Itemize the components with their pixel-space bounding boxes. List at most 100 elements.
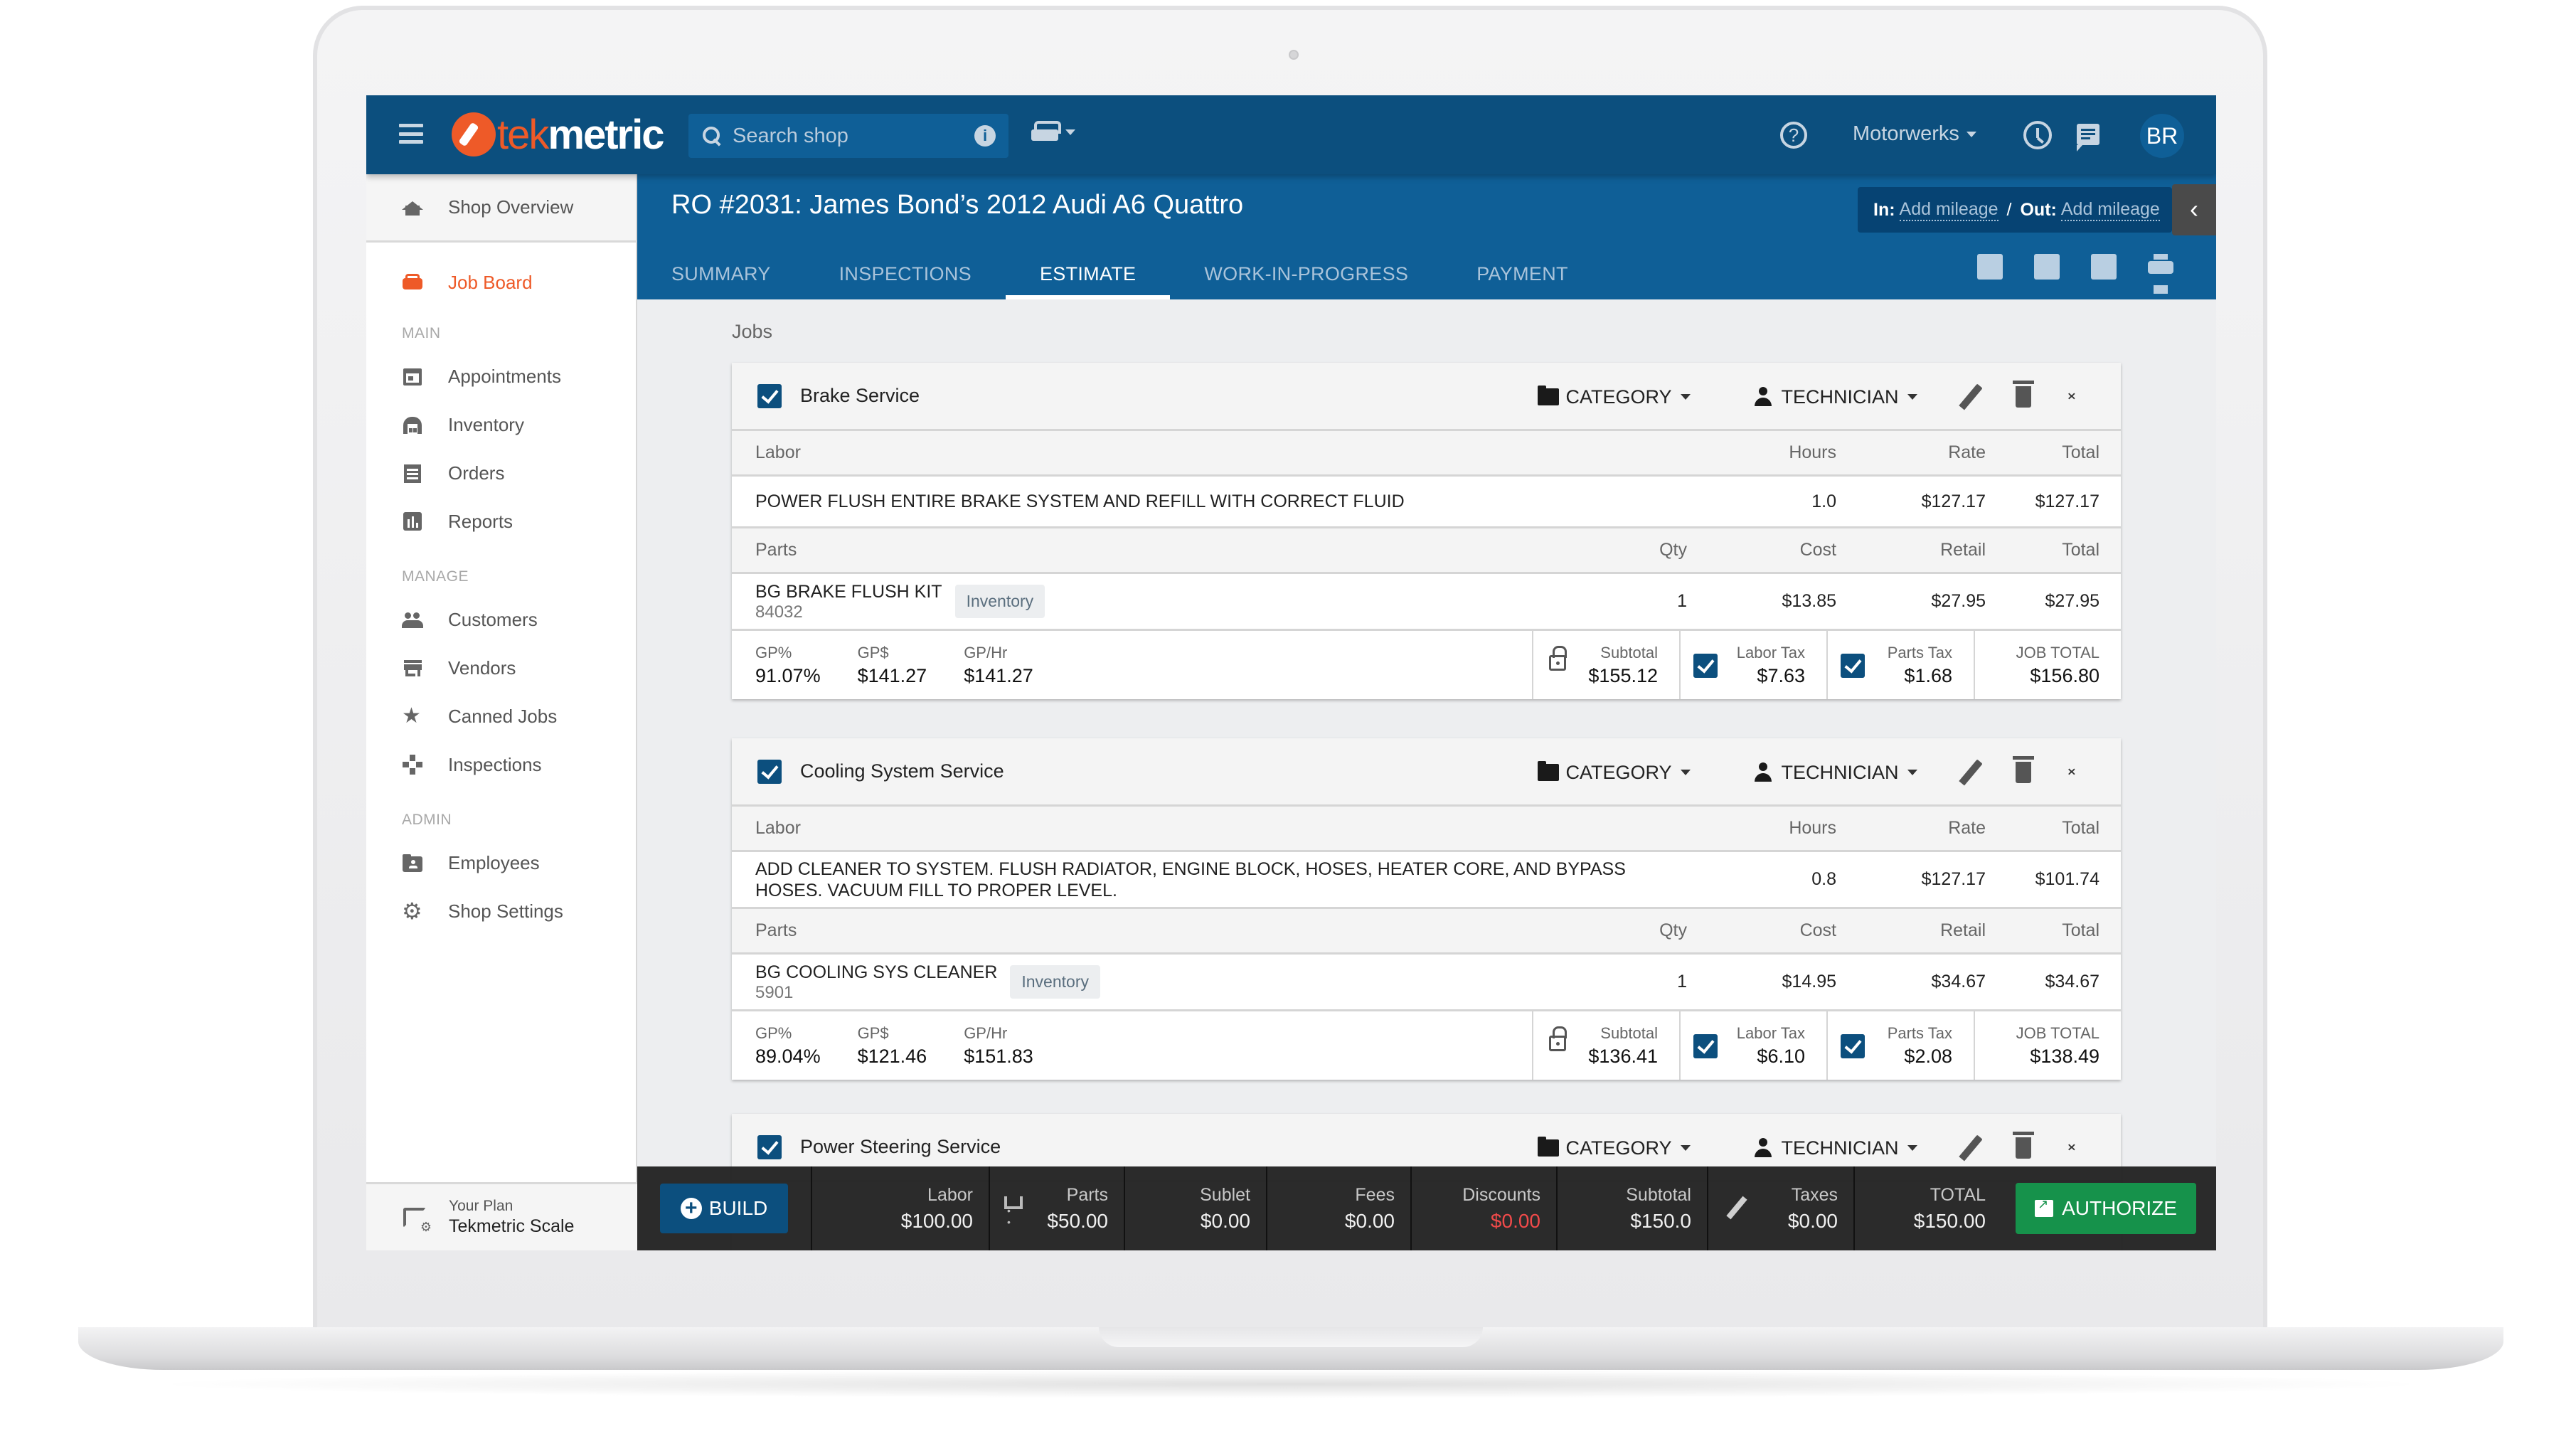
parts-tax-cell: Parts Tax $1.68	[1826, 631, 1974, 699]
summary-fees-label: Fees	[1355, 1184, 1395, 1205]
part-row[interactable]: BG BRAKE FLUSH KIT 84032 Inventory 1 $13.…	[732, 574, 2121, 631]
labor-row[interactable]: ADD CLEANER TO SYSTEM. FLUSH RADIATOR, E…	[732, 852, 2121, 909]
delete-trash-icon[interactable]	[2012, 381, 2034, 408]
summary-total: TOTAL $150.00	[1853, 1166, 2001, 1250]
parts-tax-checkbox[interactable]	[1841, 654, 1865, 678]
job-checkbox[interactable]	[757, 383, 782, 408]
logo-text-metric: metric	[548, 111, 664, 158]
share-screen-icon[interactable]	[2091, 254, 2117, 280]
shop-selector-dropdown[interactable]: Motorwerks	[1853, 122, 1976, 146]
col-header: Total	[2062, 920, 2099, 940]
sidebar-item-inspections[interactable]: Inspections	[366, 740, 636, 789]
sidebar-item-label: Inspections	[448, 753, 542, 775]
edit-pencil-icon[interactable]	[1958, 1134, 1983, 1161]
mileage-out-link[interactable]: Add mileage	[2060, 199, 2160, 221]
sidebar-section-manage: MANAGE	[402, 568, 469, 585]
technician-dropdown[interactable]: TECHNICIAN	[1754, 1137, 1917, 1159]
sidebar-item-reports[interactable]: Reports	[366, 497, 636, 546]
sidebar-item-job-board[interactable]: Job Board	[366, 258, 636, 307]
authorize-label: AUTHORIZE	[2062, 1197, 2177, 1219]
sidebar-section-main: MAIN	[402, 325, 441, 341]
caret-down-icon	[1065, 129, 1075, 135]
collapse-job-icon[interactable]: ⌄ ⌃	[2065, 1135, 2078, 1161]
technician-dropdown[interactable]: TECHNICIAN	[1754, 386, 1917, 408]
build-button[interactable]: + BUILD	[660, 1184, 788, 1233]
sidebar-item-customers[interactable]: Customers	[366, 595, 636, 644]
collapse-job-icon[interactable]: ⌄ ⌃	[2065, 384, 2078, 410]
edit-pencil-icon[interactable]	[1958, 759, 1983, 786]
part-qty: 1	[1677, 972, 1687, 992]
job-checkbox[interactable]	[757, 1134, 782, 1159]
tab-work-in-progress[interactable]: WORK-IN-PROGRESS	[1170, 248, 1442, 299]
messages-icon[interactable]	[2077, 124, 2099, 151]
sidebar-item-canned-jobs[interactable]: ★ Canned Jobs	[366, 692, 636, 740]
part-retail: $27.95	[1931, 591, 1986, 611]
help-icon[interactable]: ?	[1780, 122, 1807, 149]
gp-hour-label: GP/Hr	[964, 1024, 1008, 1042]
tab-summary[interactable]: SUMMARY	[637, 248, 805, 299]
sidebar-item-shop-settings[interactable]: ⚙ Shop Settings	[366, 887, 636, 935]
gp-percent-label: GP%	[755, 1024, 792, 1042]
notes-icon[interactable]	[1977, 254, 2003, 280]
print-icon[interactable]	[2148, 254, 2173, 294]
ro-actions	[1977, 254, 2173, 294]
labor-tax-checkbox[interactable]	[1693, 654, 1718, 678]
tab-inspections[interactable]: INSPECTIONS	[805, 248, 1006, 299]
tab-payment[interactable]: PAYMENT	[1442, 248, 1602, 299]
sidebar-item-orders[interactable]: Orders	[366, 449, 636, 497]
mileage-in-link[interactable]: Add mileage	[1899, 199, 1998, 221]
tekmetric-logo[interactable]: tek metric	[452, 111, 664, 158]
technician-dropdown[interactable]: TECHNICIAN	[1754, 762, 1917, 784]
part-total: $34.67	[2045, 972, 2099, 992]
col-header: Qty	[1659, 920, 1687, 940]
collapse-job-icon[interactable]: ⌄ ⌃	[2065, 760, 2078, 785]
parts-tax-checkbox[interactable]	[1841, 1034, 1865, 1058]
edit-taxes-pencil-icon[interactable]	[1726, 1196, 1747, 1220]
job-checkbox[interactable]	[757, 759, 782, 784]
delete-trash-icon[interactable]	[2012, 1132, 2034, 1159]
category-dropdown[interactable]: CATEGORY	[1537, 1137, 1691, 1159]
unlock-icon[interactable]	[1549, 1026, 1567, 1051]
delete-trash-icon[interactable]	[2012, 756, 2034, 783]
caret-down-icon	[1907, 770, 1917, 775]
col-header: Hours	[1789, 442, 1836, 462]
report-chart-icon[interactable]	[2034, 254, 2060, 280]
mileage-in-label: In:	[1873, 199, 1895, 220]
category-dropdown[interactable]: CATEGORY	[1537, 761, 1691, 784]
collapse-panel-chevron-left-icon[interactable]: ‹	[2172, 184, 2216, 235]
category-dropdown[interactable]: CATEGORY	[1537, 386, 1691, 408]
gp-dollars-value: $141.27	[857, 664, 927, 686]
plus-circle-icon: +	[680, 1198, 702, 1219]
person-icon	[1754, 387, 1772, 407]
labor-row[interactable]: POWER FLUSH ENTIRE BRAKE SYSTEM AND REFI…	[732, 477, 2121, 528]
labor-tax-checkbox[interactable]	[1693, 1034, 1718, 1058]
search-input[interactable]	[733, 124, 967, 148]
vehicle-menu-dropdown[interactable]	[1031, 119, 1075, 145]
plan-info[interactable]: Your Plan Tekmetric Scale	[366, 1182, 637, 1250]
clock-icon[interactable]	[2023, 121, 2052, 149]
sidebar-item-vendors[interactable]: Vendors	[366, 644, 636, 692]
sidebar-item-employees[interactable]: Employees	[366, 839, 636, 887]
col-header: Total	[2062, 540, 2099, 560]
user-avatar[interactable]: BR	[2140, 114, 2184, 158]
hamburger-menu-icon[interactable]	[399, 124, 423, 144]
sidebar-item-shop-overview[interactable]: Shop Overview	[366, 174, 636, 243]
tab-estimate[interactable]: ESTIMATE	[1005, 248, 1171, 299]
sidebar: Shop Overview Job Board MAIN Appointment…	[366, 174, 637, 1250]
job-header: Brake Service CATEGORY TECHNICIAN ⌄ ⌃	[732, 363, 2121, 431]
part-qty: 1	[1677, 591, 1687, 611]
authorize-button[interactable]: AUTHORIZE	[2016, 1183, 2196, 1234]
summary-taxes: Taxes $0.00	[1707, 1166, 1853, 1250]
info-icon[interactable]: i	[974, 125, 996, 147]
sidebar-item-inventory[interactable]: Inventory	[366, 400, 636, 449]
part-cost: $14.95	[1782, 972, 1836, 992]
unlock-icon[interactable]	[1549, 646, 1567, 671]
edit-pencil-icon[interactable]	[1958, 383, 1983, 410]
caret-down-icon	[1680, 394, 1691, 400]
job-total-cell: JOB TOTAL $156.80	[1974, 631, 2121, 699]
summary-sublet-label: Sublet	[1200, 1184, 1250, 1205]
summary-fees-value: $0.00	[1344, 1209, 1395, 1232]
part-row[interactable]: BG COOLING SYS CLEANER 5901 Inventory 1 $…	[732, 955, 2121, 1011]
sidebar-item-appointments[interactable]: Appointments	[366, 352, 636, 400]
labor-header-row: Labor Hours Rate Total	[732, 807, 2121, 852]
